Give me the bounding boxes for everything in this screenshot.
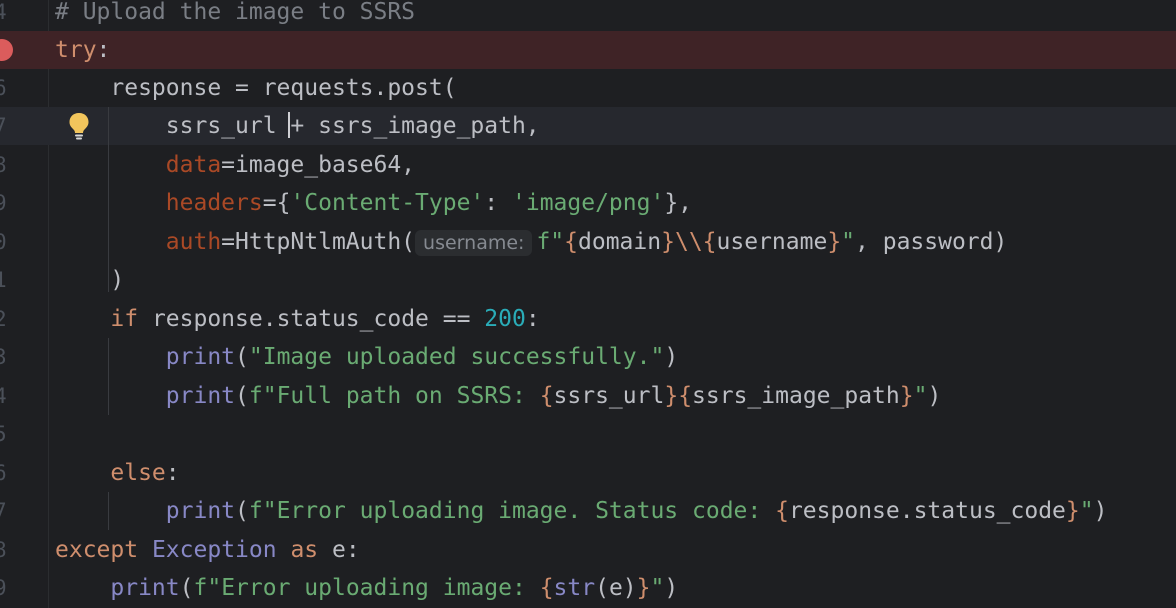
comment: # Upload the image to SSRS xyxy=(55,0,416,25)
lightbulb-icon[interactable] xyxy=(68,112,90,140)
code-line[interactable]: 4 print(f"Full path on SSRS: {ssrs_url}{… xyxy=(0,377,1176,415)
line-number: 4 xyxy=(0,384,7,408)
code-line[interactable]: 7 print(f"Error uploading image. Status … xyxy=(0,492,1176,530)
line-number: 7 xyxy=(0,114,7,138)
code-text: if response.status_code == 200: xyxy=(110,306,540,332)
code-text: ssrs_url + ssrs_image_path, xyxy=(165,112,540,139)
line-number: 1 xyxy=(0,268,7,292)
line-number: 7 xyxy=(0,499,7,523)
code-line[interactable]: 8 except Exception as e: xyxy=(0,531,1176,569)
code-text: print("Image uploaded successfully.") xyxy=(165,344,679,370)
code-line[interactable]: 9 print(f"Error uploading image: {str(e)… xyxy=(0,569,1176,607)
parameter-hint: username: xyxy=(415,230,533,256)
code-line[interactable]: 9 headers={'Content-Type': 'image/png'}, xyxy=(0,184,1176,222)
code-text: except Exception as e: xyxy=(55,537,360,563)
code-text: response = requests.post( xyxy=(110,75,457,101)
line-number: 9 xyxy=(0,191,7,215)
code-line[interactable]: 8 data=image_base64, xyxy=(0,146,1176,184)
line-number: 2 xyxy=(0,307,7,331)
code-line[interactable]: 2 if response.status_code == 200: xyxy=(0,300,1176,338)
code-text: data=image_base64, xyxy=(165,152,416,178)
line-number: 6 xyxy=(0,76,7,100)
line-number: 4 xyxy=(0,0,7,24)
code-text: # Upload the image to SSRS xyxy=(55,0,415,31)
code-text: headers={'Content-Type': 'image/png'}, xyxy=(165,190,693,216)
code-line-current[interactable]: 7 ssrs_url + ssrs_image_path, xyxy=(0,107,1176,146)
code-line[interactable]: 6 else: xyxy=(0,454,1176,492)
code-line-breakpoint[interactable]: try: xyxy=(0,31,1176,70)
code-text: print(f"Error uploading image: {str(e)}"… xyxy=(110,575,679,601)
line-number: 8 xyxy=(0,538,7,562)
indent-guide xyxy=(108,338,109,415)
code-text: auth=HttpNtlmAuth(username: f"{domain}\\{… xyxy=(165,229,1008,256)
code-editor[interactable]: 4 # Upload the image to SSRS try: 6 resp… xyxy=(0,0,1176,608)
code-line[interactable]: 6 response = requests.post( xyxy=(0,69,1176,107)
indent-guide xyxy=(108,492,109,530)
code-line[interactable]: 5 xyxy=(0,415,1176,453)
code-line[interactable]: 4 # Upload the image to SSRS xyxy=(0,0,1176,31)
code-text: try: xyxy=(55,37,111,63)
indent-guide xyxy=(108,107,109,292)
code-line[interactable]: 1 ) xyxy=(0,261,1176,299)
line-number: 8 xyxy=(0,153,7,177)
code-text: ) xyxy=(110,267,125,293)
line-number: 6 xyxy=(0,461,7,485)
line-number: 9 xyxy=(0,576,7,600)
line-number: 5 xyxy=(0,422,7,446)
code-text: else: xyxy=(110,460,180,486)
code-text: print(f"Error uploading image. Status co… xyxy=(165,498,1108,524)
breakpoint-icon[interactable] xyxy=(0,39,13,61)
code-text: print(f"Full path on SSRS: {ssrs_url}{ss… xyxy=(165,383,942,409)
code-line[interactable]: 3 print("Image uploaded successfully.") xyxy=(0,338,1176,376)
line-number: 0 xyxy=(0,230,7,254)
line-number: 3 xyxy=(0,345,7,369)
code-line[interactable]: 0 auth=HttpNtlmAuth(username: f"{domain}\… xyxy=(0,223,1176,261)
keyword: try xyxy=(55,37,97,63)
